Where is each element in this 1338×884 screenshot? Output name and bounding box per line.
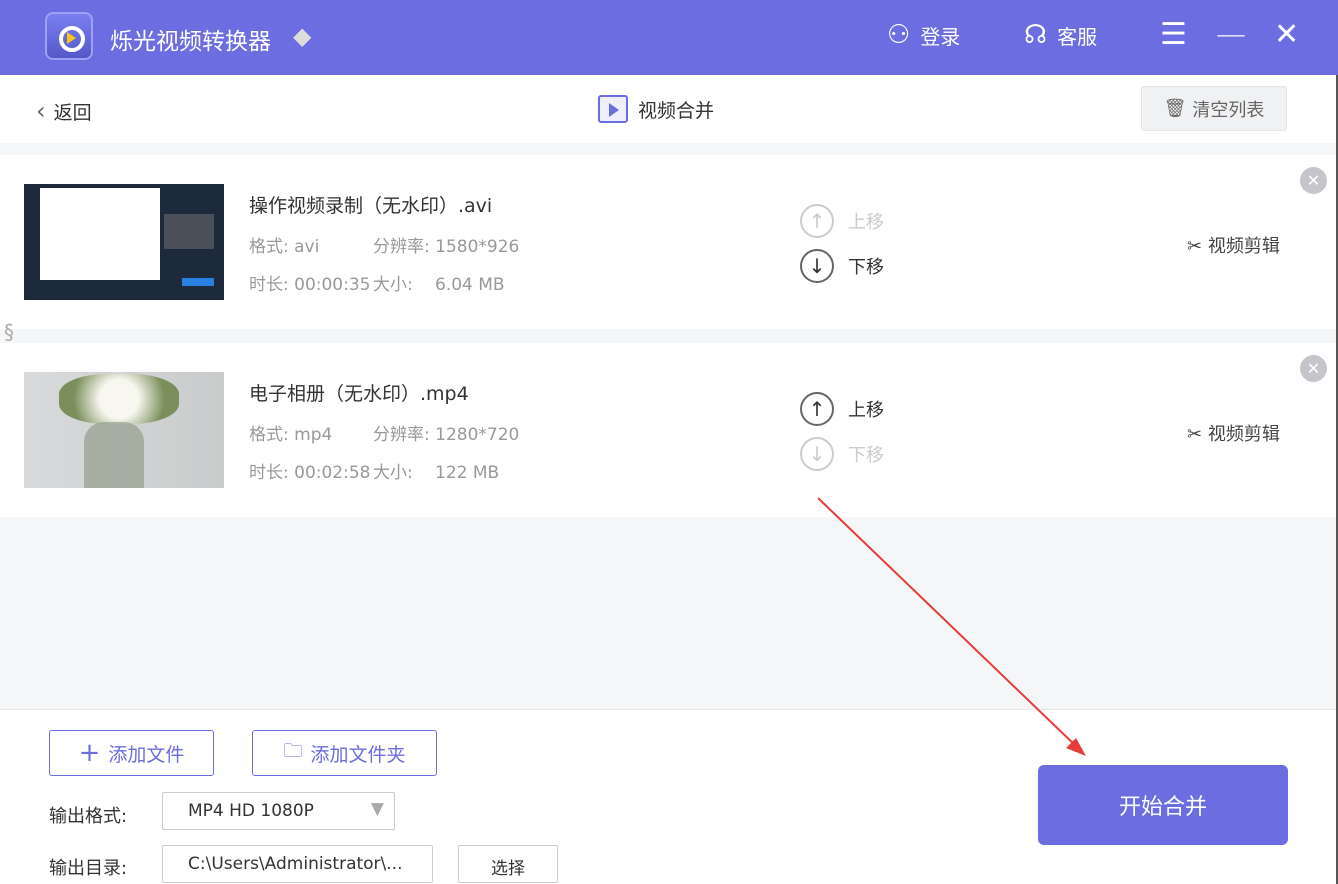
annotation-arrow: [817, 497, 1086, 756]
